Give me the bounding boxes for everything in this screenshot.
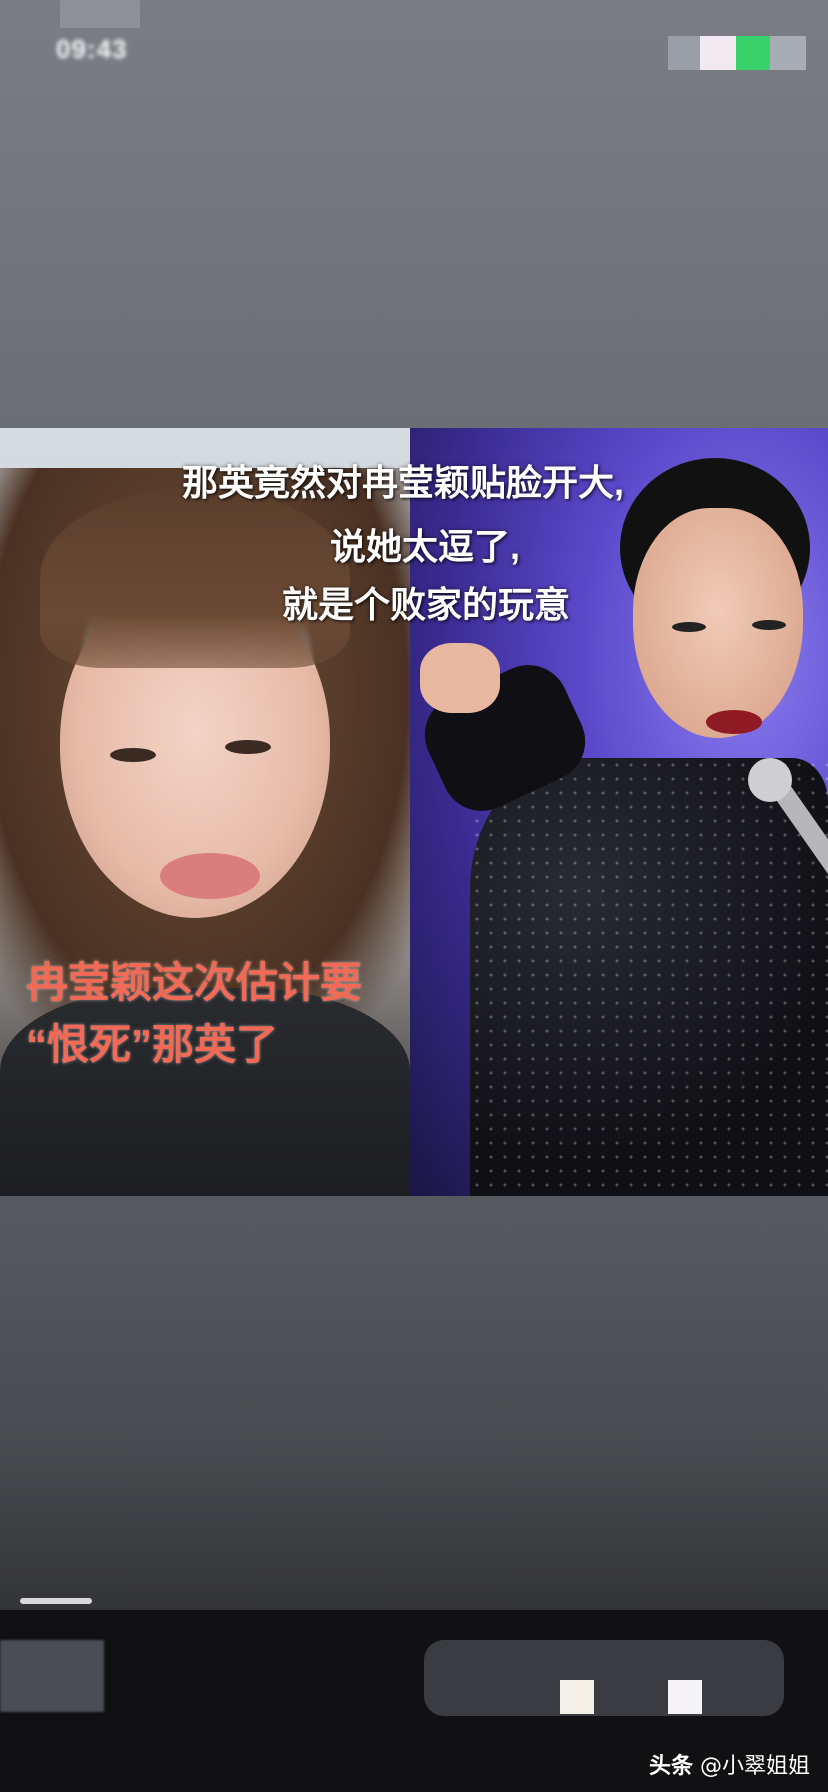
status-bar: 09:43 xyxy=(0,0,828,80)
eye xyxy=(752,620,786,630)
red-caption-line-1: 冉莹颖这次估计要 xyxy=(26,959,363,1006)
watermark: 头条 @小翠姐姐 xyxy=(649,1748,810,1780)
caption-line-3: 就是个败家的玩意 xyxy=(282,584,571,625)
sequin-sparkle xyxy=(470,758,828,1196)
battery-icon xyxy=(736,36,770,70)
watermark-author: @小翠姐姐 xyxy=(699,1754,810,1779)
progress-indicator xyxy=(20,1598,92,1604)
eye xyxy=(672,622,706,632)
status-icon-blur xyxy=(668,36,700,70)
status-icon-blur xyxy=(770,36,806,70)
caption-line-2: 说她太逗了, xyxy=(330,526,521,567)
status-blur xyxy=(60,0,140,28)
eye xyxy=(225,740,271,754)
red-caption-line-2: “恨死”那英了 xyxy=(26,1021,279,1068)
status-time: 09:43 xyxy=(56,34,128,64)
blurred-icon[interactable] xyxy=(560,1680,594,1714)
status-icon-blur xyxy=(700,36,736,70)
lips xyxy=(160,853,260,899)
eye xyxy=(110,748,156,762)
watermark-brand: 头条 xyxy=(648,1754,693,1779)
bangs xyxy=(40,488,350,668)
microphone-icon xyxy=(748,758,792,802)
blurred-actions[interactable] xyxy=(424,1640,784,1716)
blurred-icon[interactable] xyxy=(668,1680,702,1714)
pointing-hand xyxy=(420,643,500,713)
blurred-avatar[interactable] xyxy=(0,1640,104,1712)
caption-line-1: 那英竟然对冉莹颖贴脸开大, xyxy=(182,462,625,503)
lips xyxy=(706,710,762,734)
